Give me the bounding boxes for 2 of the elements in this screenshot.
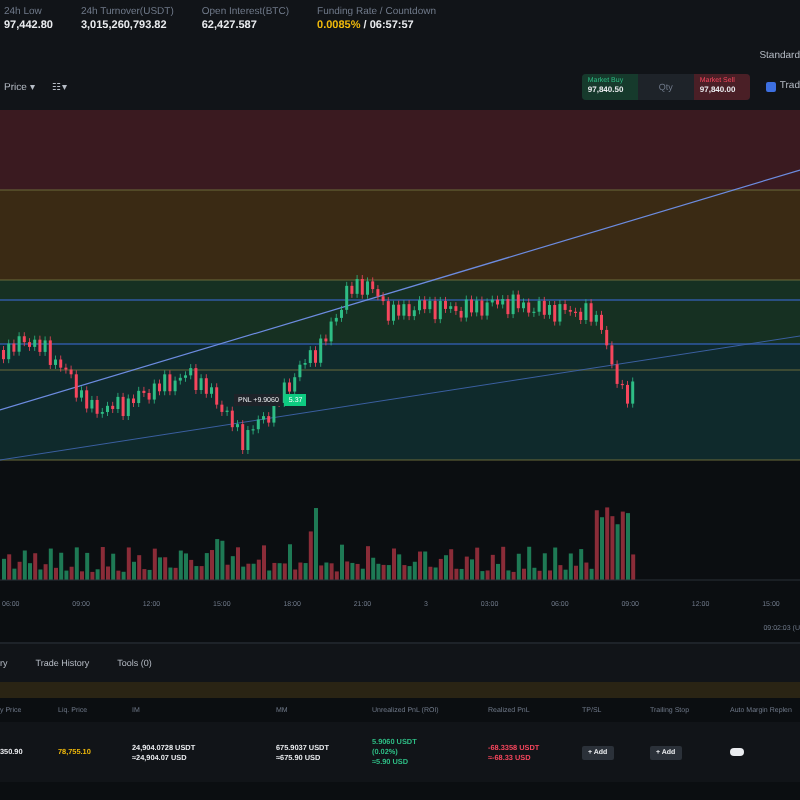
toggle-switch[interactable] [730,748,744,756]
checkbox[interactable] [765,81,776,91]
